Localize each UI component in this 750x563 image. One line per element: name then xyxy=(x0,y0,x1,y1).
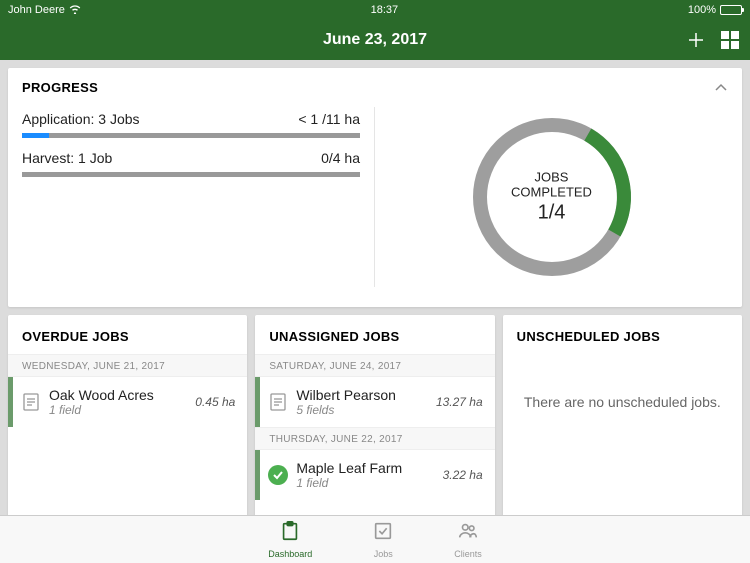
battery-icon xyxy=(720,5,742,15)
progress-item-label: Application: 3 Jobs xyxy=(22,111,140,127)
tab-clients[interactable]: Clients xyxy=(454,516,482,563)
ring-label-1: JOBS xyxy=(511,170,592,185)
job-sub: 1 field xyxy=(49,403,195,417)
tab-dashboard[interactable]: Dashboard xyxy=(268,516,312,563)
checkbox-icon xyxy=(372,520,394,547)
date-group-label: SATURDAY, JUNE 24, 2017 xyxy=(255,354,494,377)
jobs-completed-ring: JOBS COMPLETED 1/4 xyxy=(462,107,642,287)
tab-jobs[interactable]: Jobs xyxy=(372,516,394,563)
tab-label: Dashboard xyxy=(268,549,312,559)
job-sub: 5 fields xyxy=(296,403,436,417)
progress-card: PROGRESS Application: 3 Jobs < 1 /11 ha xyxy=(8,68,742,307)
tab-label: Clients xyxy=(454,549,482,559)
unassigned-title: UNASSIGNED JOBS xyxy=(269,329,399,344)
progress-item: Harvest: 1 Job 0/4 ha xyxy=(22,150,360,177)
tab-bar: Dashboard Jobs Clients xyxy=(0,515,750,563)
empty-state-text: There are no unscheduled jobs. xyxy=(503,354,742,450)
date-group-label: WEDNESDAY, JUNE 21, 2017 xyxy=(8,354,247,377)
job-item[interactable]: Oak Wood Acres 1 field 0.45 ha xyxy=(8,377,247,427)
job-sub: 1 field xyxy=(296,476,442,490)
status-time: 18:37 xyxy=(81,4,688,16)
job-title: Maple Leaf Farm xyxy=(296,460,442,476)
battery-pct-label: 100% xyxy=(688,4,716,16)
carrier-label: John Deere xyxy=(8,4,65,16)
progress-item-label: Harvest: 1 Job xyxy=(22,150,112,166)
checkmark-icon xyxy=(260,465,296,485)
unscheduled-card: UNSCHEDULED JOBS There are no unschedule… xyxy=(503,315,742,524)
add-button[interactable] xyxy=(686,30,706,50)
document-icon xyxy=(260,392,296,412)
unscheduled-title: UNSCHEDULED JOBS xyxy=(517,329,660,344)
job-area: 3.22 ha xyxy=(443,468,483,482)
header: June 23, 2017 xyxy=(0,20,750,60)
overdue-title: OVERDUE JOBS xyxy=(22,329,129,344)
ring-label-2: COMPLETED xyxy=(511,185,592,200)
clipboard-icon xyxy=(279,520,301,547)
grid-view-button[interactable] xyxy=(720,30,740,50)
progress-title: PROGRESS xyxy=(22,80,98,95)
progress-bar xyxy=(22,172,360,177)
job-title: Wilbert Pearson xyxy=(296,387,436,403)
progress-item-value: < 1 /11 ha xyxy=(298,111,360,127)
progress-item-value: 0/4 ha xyxy=(321,150,360,166)
document-icon xyxy=(13,392,49,412)
page-title: June 23, 2017 xyxy=(323,31,427,49)
wifi-icon xyxy=(69,4,81,17)
progress-item: Application: 3 Jobs < 1 /11 ha xyxy=(22,111,360,138)
job-item[interactable]: Maple Leaf Farm 1 field 3.22 ha xyxy=(255,450,494,500)
job-item[interactable]: Wilbert Pearson 5 fields 13.27 ha xyxy=(255,377,494,427)
collapse-button[interactable] xyxy=(714,81,728,95)
date-group-label: THURSDAY, JUNE 22, 2017 xyxy=(255,427,494,450)
job-area: 13.27 ha xyxy=(436,395,483,409)
status-bar: John Deere 18:37 100% xyxy=(0,0,750,20)
unassigned-card: UNASSIGNED JOBS SATURDAY, JUNE 24, 2017 … xyxy=(255,315,494,524)
progress-bar-fill xyxy=(22,133,49,138)
job-area: 0.45 ha xyxy=(195,395,235,409)
tab-label: Jobs xyxy=(374,549,393,559)
job-title: Oak Wood Acres xyxy=(49,387,195,403)
overdue-card: OVERDUE JOBS WEDNESDAY, JUNE 21, 2017 Oa… xyxy=(8,315,247,524)
people-icon xyxy=(457,520,479,547)
ring-fraction: 1/4 xyxy=(511,202,592,225)
progress-bar xyxy=(22,133,360,138)
